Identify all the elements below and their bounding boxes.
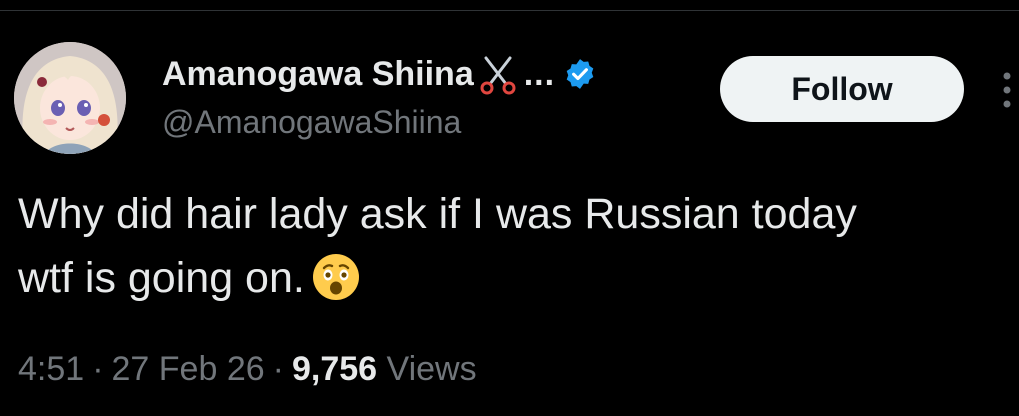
tweet-meta: 4:51 · 27 Feb 26 · 9,756 Views	[18, 350, 477, 389]
tweet-date[interactable]: 27 Feb 26	[112, 350, 265, 388]
meta-separator: ·	[272, 350, 284, 388]
tweet-time[interactable]: 4:51	[18, 350, 84, 388]
tweet-text-line-2: wtf is going on.	[18, 254, 305, 302]
scissors-icon	[476, 52, 520, 96]
more-vertical-icon[interactable]	[995, 70, 1019, 110]
anime-avatar-icon	[14, 42, 126, 154]
author-display-name[interactable]: Amanogawa Shiina	[162, 55, 474, 94]
astonished-face-emoji-icon	[311, 252, 361, 302]
tweet-text: Why did hair lady ask if I was Russian t…	[18, 182, 1008, 310]
avatar[interactable]	[14, 42, 126, 154]
top-divider	[0, 10, 1019, 11]
verified-badge-icon	[563, 57, 597, 91]
tweet-text-line-1: Why did hair lady ask if I was Russian t…	[18, 190, 857, 238]
views-label[interactable]: Views	[387, 350, 477, 388]
author-name-row[interactable]: Amanogawa Shiina ...	[162, 52, 597, 96]
name-truncation: ...	[523, 54, 556, 93]
author-handle[interactable]: @AmanogawaShiina	[162, 104, 461, 141]
views-count[interactable]: 9,756	[292, 350, 377, 388]
tweet-text-line-2-wrap: wtf is going on.	[18, 246, 1008, 310]
follow-button[interactable]: Follow	[720, 56, 964, 122]
meta-separator: ·	[92, 350, 104, 388]
